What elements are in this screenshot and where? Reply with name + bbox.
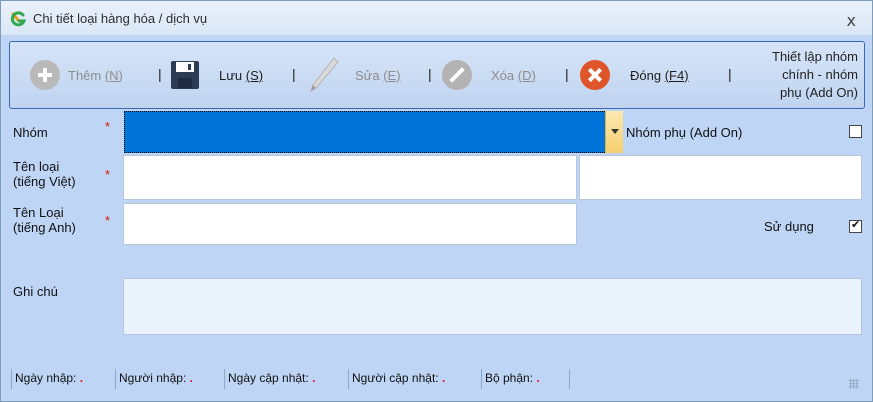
status-divider: [481, 369, 482, 389]
name-vi-secondary-input[interactable]: [579, 155, 862, 200]
group-select[interactable]: [124, 111, 623, 153]
name-vi-input[interactable]: [123, 155, 577, 200]
delete-button-label: Xóa (D): [491, 67, 536, 83]
title-bar: Chi tiết loại hàng hóa / dịch vụ x: [1, 1, 872, 36]
delete-button[interactable]: Xóa (D): [442, 42, 536, 108]
status-divider: [115, 369, 116, 389]
add-icon: [30, 60, 60, 90]
required-mark: *: [105, 167, 111, 182]
toolbar-separator: |: [428, 66, 432, 82]
name-vi-label-line: Tên loại: [13, 159, 60, 174]
edit-button[interactable]: Sửa (E): [307, 42, 401, 108]
status-created-date: Ngày nhập: .: [15, 371, 84, 385]
dialog-window: Chi tiết loại hàng hóa / dịch vụ x Thêm …: [0, 0, 873, 402]
resize-grip-icon[interactable]: [849, 379, 859, 389]
close-button-label: Đóng (F4): [630, 67, 689, 83]
edit-button-label: Sửa (E): [355, 67, 401, 83]
status-divider: [224, 369, 225, 389]
close-icon: [580, 60, 610, 90]
app-logo-icon: [10, 11, 26, 27]
group-setup-label-line: Thiết lập nhóm: [772, 49, 858, 64]
group-setup-button[interactable]: Thiết lập nhóm chính - nhóm phụ (Add On): [738, 48, 858, 102]
group-setup-label-line: chính - nhóm: [782, 67, 858, 82]
toolbar: Thêm (N) | Lưu (S) | Sửa (E) | Xóa (D) |…: [9, 41, 865, 109]
name-en-label-line: (tiếng Anh): [13, 220, 76, 235]
status-divider: [11, 369, 12, 389]
status-divider: [348, 369, 349, 389]
group-label: Nhóm: [13, 125, 48, 140]
status-department: Bộ phận: .: [485, 371, 540, 385]
add-button-label: Thêm (N): [68, 67, 123, 83]
in-use-checkbox[interactable]: [849, 218, 862, 233]
save-button[interactable]: Lưu (S): [170, 42, 263, 108]
note-textarea[interactable]: [123, 278, 862, 335]
toolbar-separator: |: [728, 66, 732, 82]
addon-group-label: Nhóm phụ (Add On): [626, 125, 743, 140]
group-setup-label-line: phụ (Add On): [779, 85, 858, 100]
add-button[interactable]: Thêm (N): [30, 42, 123, 108]
status-bar: Ngày nhập: . Người nhập: . Ngày cập nhật…: [9, 365, 865, 395]
delete-icon: [442, 60, 472, 90]
chevron-down-icon[interactable]: [605, 111, 623, 153]
name-en-label-line: Tên Loại: [13, 205, 64, 220]
toolbar-separator: |: [158, 66, 162, 82]
toolbar-separator: |: [565, 66, 569, 82]
save-icon: [171, 61, 199, 89]
window-title: Chi tiết loại hàng hóa / dịch vụ: [33, 11, 208, 26]
save-button-label: Lưu (S): [219, 67, 264, 83]
pencil-icon: [310, 57, 339, 93]
close-button[interactable]: Đóng (F4): [580, 42, 689, 108]
in-use-label: Sử dụng: [764, 219, 814, 234]
required-mark: *: [105, 119, 111, 134]
addon-group-checkbox[interactable]: [849, 125, 862, 138]
toolbar-separator: |: [292, 66, 296, 82]
status-updated-by: Người cập nhật: .: [352, 371, 446, 385]
name-vi-label-line: (tiếng Việt): [13, 174, 76, 189]
required-mark: *: [105, 213, 111, 228]
status-updated-date: Ngày cập nhật: .: [228, 371, 316, 385]
name-vi-label: Tên loại (tiếng Việt): [13, 159, 76, 189]
status-divider: [569, 369, 570, 389]
name-en-input[interactable]: [123, 203, 577, 245]
note-label: Ghi chú: [13, 284, 58, 299]
name-en-label: Tên Loại (tiếng Anh): [13, 205, 76, 235]
close-window-icon[interactable]: x: [847, 11, 856, 30]
status-created-by: Người nhập: .: [119, 371, 193, 385]
